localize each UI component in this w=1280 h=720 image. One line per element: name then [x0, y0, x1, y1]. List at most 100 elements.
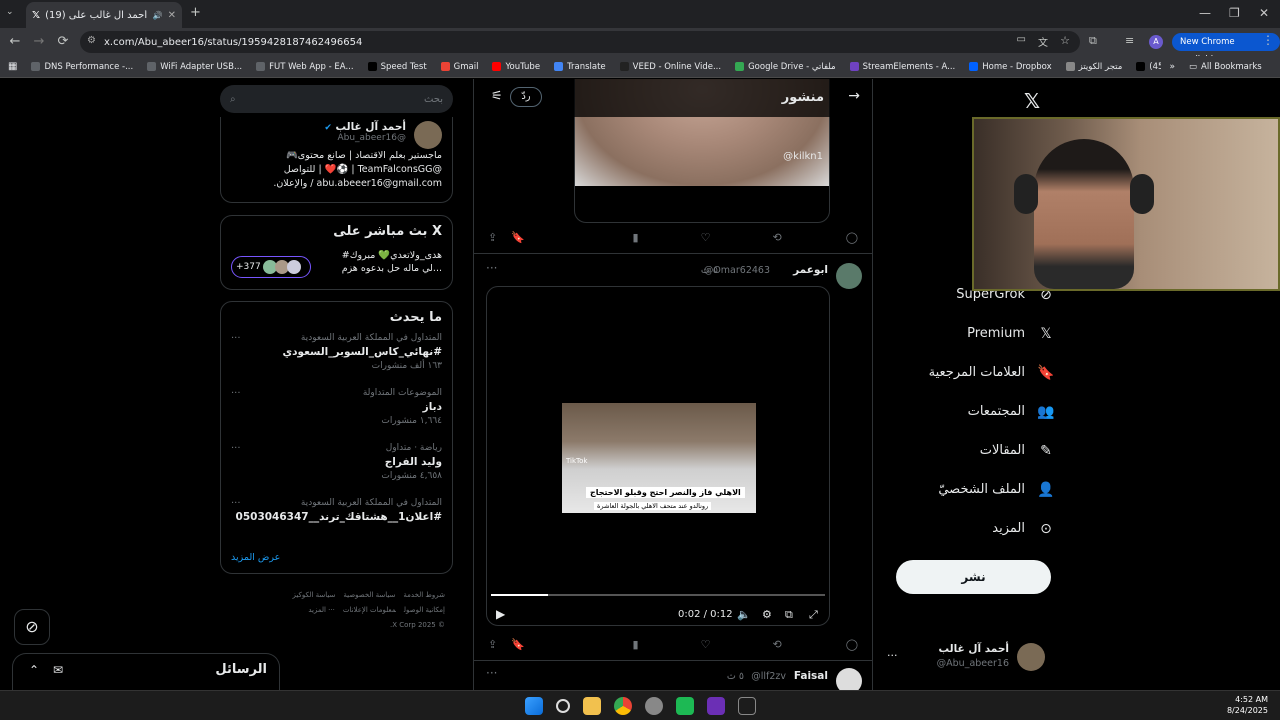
chrome-icon[interactable] [613, 696, 632, 715]
cast-icon[interactable]: ▭ [1017, 34, 1026, 45]
bookmark-item[interactable]: DNS Performance -... [31, 62, 133, 72]
footer-link[interactable]: ··· المزيد [308, 606, 335, 614]
new-message-icon[interactable]: ✉ [53, 663, 63, 677]
footer-link[interactable]: معلومات الإعلانات [343, 606, 396, 614]
bookmark-item[interactable]: FUT Web App - EA... [256, 62, 354, 72]
reading-list-icon[interactable]: ≡ [1125, 34, 1134, 47]
bookmark-item[interactable]: Gmail [440, 62, 478, 72]
site-info-icon[interactable]: ⚙ [87, 35, 96, 46]
translate-icon[interactable]: 文 [1038, 34, 1048, 49]
live-participants[interactable]: +377 [231, 256, 311, 278]
address-bar[interactable]: ⚙ x.com/Abu_abeer16/status/1959428187462… [80, 31, 1080, 53]
nav-item[interactable]: المزيد ⊙ [895, 509, 1055, 548]
repost-icon[interactable]: ⟲ [772, 638, 781, 651]
nav-item[interactable]: Premium 𝕏 [895, 314, 1055, 353]
bookmark-icon[interactable]: 🔖 [511, 638, 525, 651]
bookmark-item[interactable]: متجر الكويتز [1065, 62, 1122, 72]
footer-link[interactable]: إمكانية الوصول [404, 606, 445, 614]
more-options-icon[interactable]: ··· [231, 388, 241, 399]
window-close-icon[interactable]: ✕ [1259, 6, 1269, 20]
bookmark-item[interactable]: VEED - Online Vide... [619, 62, 721, 72]
speaker-icon[interactable]: 🔊 [153, 11, 163, 20]
search-icon[interactable] [555, 698, 570, 713]
more-options-icon[interactable]: ··· [231, 498, 241, 509]
back-arrow-icon[interactable]: → [848, 88, 860, 104]
apps-grid-icon[interactable]: ▦ [8, 61, 17, 72]
pip-icon[interactable]: ⧉ [785, 608, 793, 622]
nav-item[interactable]: المقالات ✎ [895, 431, 1055, 470]
file-explorer-icon[interactable] [582, 696, 601, 715]
views-icon[interactable]: ▮ [633, 231, 639, 244]
nav-item[interactable]: المجتمعات 👥 [895, 392, 1055, 431]
avatar[interactable] [836, 668, 862, 690]
more-options-icon[interactable]: ··· [231, 443, 241, 454]
profile-avatar[interactable]: A [1149, 35, 1163, 49]
search-box[interactable]: بحث ⌕ [220, 85, 453, 113]
footer-link[interactable]: سياسة الكوكيز [293, 591, 336, 599]
bookmark-star-icon[interactable]: ☆ [1060, 34, 1070, 47]
volume-icon[interactable]: 🔈 [737, 608, 751, 621]
author-name[interactable]: ابوعمر [793, 264, 828, 276]
bookmark-item[interactable]: WiFi Adapter USB... [147, 62, 242, 72]
app-icon[interactable] [675, 696, 694, 715]
maximize-icon[interactable]: ❐ [1229, 6, 1240, 20]
reply-icon[interactable]: ◯ [846, 231, 858, 244]
trend-item[interactable]: المتداول في المملكة العربية السعودية #نها… [221, 325, 452, 380]
system-clock[interactable]: 4:52 AM 8/24/2025 [1227, 694, 1268, 716]
bookmark-item[interactable]: Translate [554, 62, 606, 72]
filter-icon[interactable]: ⚟ [491, 89, 503, 104]
bookmark-item[interactable]: Home - Dropbox [969, 62, 1052, 72]
forward-icon[interactable]: → [28, 34, 50, 49]
messages-drawer[interactable]: ⌃ ✉ الرسائل [12, 653, 280, 690]
tab-close-icon[interactable]: ✕ [168, 10, 176, 21]
app-icon[interactable] [644, 696, 663, 715]
trend-item[interactable]: رياضة · متداول وليد الفراج ٤,٦٥٨ منشورات ··… [221, 435, 452, 490]
tab-search-icon[interactable]: ⌄ [6, 7, 14, 17]
show-more-link[interactable]: عرض المزيد [231, 552, 442, 563]
account-switcher[interactable]: أحمد آل غالب @Abu_abeer16 ··· [885, 641, 1045, 675]
new-tab-icon[interactable]: + [190, 5, 201, 20]
footer-link[interactable]: شروط الخدمة [403, 591, 445, 599]
more-options-icon[interactable]: ··· [887, 649, 898, 662]
browser-tab-active[interactable]: 𝕏 (19) أحمد آل غالب على X: "ا... 🔊 ✕ [26, 2, 182, 28]
expand-icon[interactable]: ⌃ [29, 663, 39, 677]
bookmark-icon[interactable]: 🔖 [511, 231, 525, 244]
x-logo-icon[interactable]: 𝕏 [1024, 89, 1040, 113]
play-icon[interactable]: ▶ [496, 607, 505, 621]
share-icon[interactable]: ⇪ [488, 638, 497, 651]
author-name[interactable]: Faisal [794, 670, 828, 682]
more-options-icon[interactable]: ··· [486, 261, 497, 275]
reply-button[interactable]: ردّ [510, 87, 542, 107]
profile-card[interactable]: أحمد آل غالب ✔ @Abu_abeer16 ماجستير بعلم… [220, 117, 453, 203]
more-options-icon[interactable]: ··· [231, 333, 241, 344]
more-options-icon[interactable]: ··· [486, 666, 497, 680]
chrome-menu-icon[interactable]: ⋮ [1262, 33, 1274, 47]
views-icon[interactable]: ▮ [633, 638, 639, 651]
video-player[interactable]: TikTok الاهلي فاز والنصر احتج وقبلو الاح… [486, 286, 830, 626]
post-button[interactable]: نشر [896, 560, 1051, 594]
grok-icon[interactable]: ⊘ [14, 609, 50, 645]
reload-icon[interactable]: ⟳ [52, 34, 74, 49]
fullscreen-icon[interactable]: ⤢ [809, 608, 818, 622]
author-handle[interactable]: @llf2zv [751, 671, 786, 682]
like-icon[interactable]: ♡ [701, 231, 711, 244]
bookmark-item[interactable]: YouTube [492, 62, 540, 72]
reply-icon[interactable]: ◯ [846, 638, 858, 651]
video-progress-track[interactable] [491, 594, 825, 596]
video-frame[interactable]: TikTok الاهلي فاز والنصر احتج وقبلو الاح… [562, 403, 756, 513]
share-icon[interactable]: ⇪ [488, 231, 497, 244]
bookmark-item[interactable]: (45) تويتر \ أحمد آل غ... [1136, 62, 1161, 72]
nav-item[interactable]: العلامات المرجعية 🔖 [895, 353, 1055, 392]
windows-start-icon[interactable] [524, 696, 543, 715]
bookmark-item[interactable]: Speed Test [367, 62, 427, 72]
search-input[interactable]: بحث [236, 94, 443, 105]
settings-icon[interactable]: ⚙ [762, 608, 772, 621]
app-icon[interactable] [737, 696, 756, 715]
bookmarks-overflow-icon[interactable]: » [1169, 62, 1175, 72]
like-icon[interactable]: ♡ [701, 638, 711, 651]
live-card[interactable]: X بث مباشر على هدى_ولاتعدي💚 مبروك# ...لي… [220, 215, 453, 290]
trend-item[interactable]: الموضوعات المتداولة دباز ١,٦٦٤ منشورات ··· [221, 380, 452, 435]
footer-link[interactable]: سياسة الخصوصية [343, 591, 395, 599]
app-icon[interactable] [706, 696, 725, 715]
bookmark-item[interactable]: StreamElements - A... [849, 62, 955, 72]
